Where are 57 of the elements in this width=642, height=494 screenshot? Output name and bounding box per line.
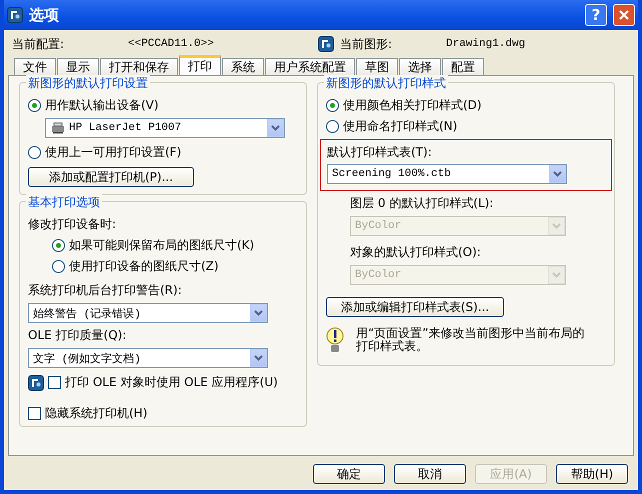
checkbox-label: 隐藏系统打印机(H)	[45, 405, 148, 422]
app-icon	[7, 7, 23, 23]
tab[interactable]: 打印	[179, 55, 221, 75]
radio-button[interactable]	[28, 146, 41, 159]
field-label: 图层 0 的默认打印样式(L):	[350, 195, 494, 212]
tab[interactable]: 配置	[442, 58, 484, 75]
drawing-value: Drawing1.dwg	[446, 38, 526, 50]
tab[interactable]: 用户系统配置	[265, 58, 355, 75]
radio-button[interactable]	[326, 120, 339, 133]
edit-styles-button[interactable]: 添加或编辑打印样式表(S)...	[326, 297, 504, 317]
tab[interactable]: 打开和保存	[100, 58, 178, 75]
dialog-button[interactable]: 取消	[394, 464, 466, 484]
dropdown[interactable]: Screening 100%.ctb	[327, 164, 567, 184]
dropdown[interactable]: 文字 (例如文字文档)	[28, 348, 268, 368]
close-icon	[618, 9, 630, 21]
tab[interactable]: 文件	[14, 58, 56, 75]
field-label: 修改打印设备时:	[28, 216, 118, 233]
radio-button[interactable]	[52, 260, 65, 273]
radio-label: 使用打印设备的图纸尺寸(Z)	[69, 258, 219, 275]
close-button[interactable]	[613, 4, 635, 26]
radio-button[interactable]	[52, 239, 65, 252]
radio-label: 如果可能则保留布局的图纸尺寸(K)	[69, 237, 254, 254]
radio-label: 用作默认输出设备(V)	[45, 97, 159, 114]
tab[interactable]: 显示	[57, 58, 99, 75]
drawing-label: 当前图形:	[340, 36, 394, 52]
field-label: 对象的默认打印样式(O):	[350, 244, 481, 261]
group-title: 新图形的默认打印样式	[324, 75, 448, 92]
tab[interactable]: 草图	[356, 58, 398, 75]
tip-text: 用“页面设置”来修改当前图形中当前布局的打印样式表。	[356, 327, 586, 353]
lightbulb-icon	[326, 327, 344, 353]
radio-button[interactable]	[28, 99, 41, 112]
field-label: 默认打印样式表(T):	[327, 144, 433, 161]
dropdown[interactable]: 始终警告 (记录错误)	[28, 303, 268, 323]
group-title: 新图形的默认打印设置	[26, 75, 150, 92]
printer-icon	[50, 122, 66, 134]
dialog-button[interactable]: 确定	[313, 464, 385, 484]
radio-button[interactable]	[326, 99, 339, 112]
tab[interactable]: 系统	[222, 58, 264, 75]
group-title: 基本打印选项	[26, 194, 102, 211]
radio-label: 使用上一可用打印设置(F)	[45, 144, 182, 161]
field-label: OLE 打印质量(Q):	[28, 327, 128, 344]
help-button[interactable]: ?	[585, 4, 607, 26]
field-label: 系统打印机后台打印警告(R):	[28, 282, 183, 299]
add-printer-button[interactable]: 添加或配置打印机(P)...	[28, 167, 194, 187]
profile-value: <<PCCAD11.0>>	[128, 38, 215, 50]
dialog-button[interactable]: 帮助(H)	[556, 464, 628, 484]
app-icon	[318, 36, 334, 52]
radio-label: 使用命名打印样式(N)	[343, 118, 458, 135]
radio-label: 使用颜色相关打印样式(D)	[343, 97, 482, 114]
tab[interactable]: 选择	[399, 58, 441, 75]
checkbox-label: 打印 OLE 对象时使用 OLE 应用程序(U)	[65, 374, 278, 391]
checkbox[interactable]	[48, 376, 61, 389]
checkbox[interactable]	[28, 407, 41, 420]
profile-label: 当前配置:	[12, 36, 66, 52]
window-title: 选项	[29, 6, 60, 24]
dropdown[interactable]: HP LaserJet P1007	[45, 118, 285, 138]
app-icon	[28, 374, 44, 390]
